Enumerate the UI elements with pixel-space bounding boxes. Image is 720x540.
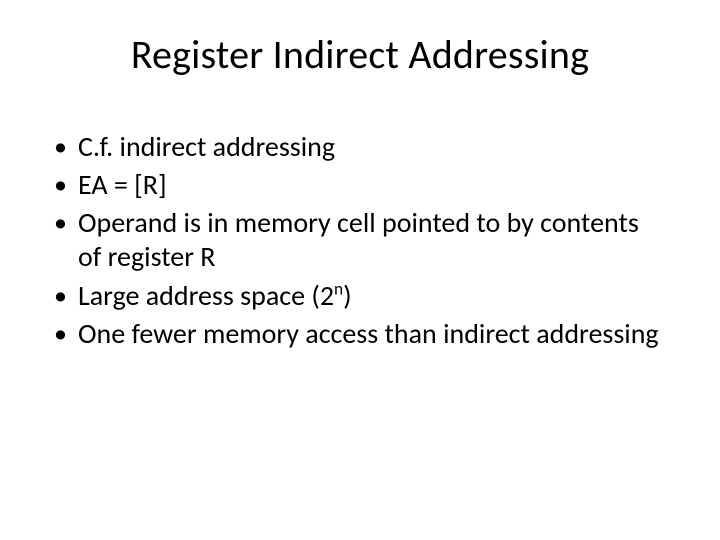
list-item: C.f. indirect addressing — [50, 130, 660, 164]
list-item: Operand is in memory cell pointed to by … — [50, 206, 660, 274]
list-item: One fewer memory access than indirect ad… — [50, 317, 660, 351]
bullet-list: C.f. indirect addressing EA = [R] Operan… — [50, 130, 660, 351]
bullet-text: Operand is in memory cell pointed to by … — [78, 205, 639, 274]
bullet-text: C.f. indirect addressing — [78, 129, 335, 164]
bullet-text-prefix: Large address space (2 — [78, 278, 334, 313]
bullet-text-suffix: ) — [343, 278, 352, 313]
slide-title: Register Indirect Addressing — [0, 30, 720, 79]
bullet-text: One fewer memory access than indirect ad… — [78, 316, 659, 351]
slide-body: C.f. indirect addressing EA = [R] Operan… — [50, 130, 660, 355]
bullet-text: EA = [R] — [78, 167, 167, 202]
list-item: EA = [R] — [50, 168, 660, 202]
bullet-text-sup: n — [334, 277, 343, 299]
list-item: Large address space (2n) — [50, 279, 660, 313]
slide: Register Indirect Addressing C.f. indire… — [0, 0, 720, 540]
